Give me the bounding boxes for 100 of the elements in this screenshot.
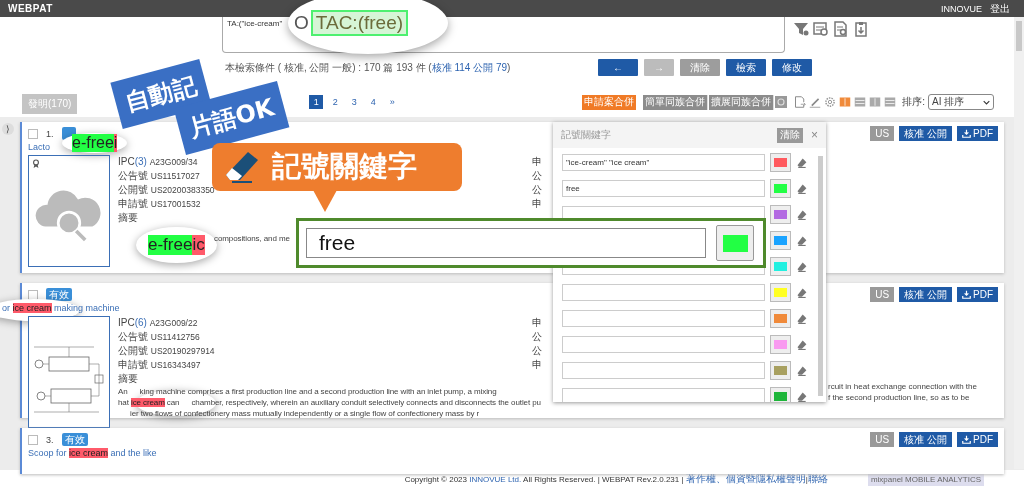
- field-text: 申請號 US16343497: [118, 358, 201, 372]
- color-picker[interactable]: [770, 309, 792, 328]
- pen-icon[interactable]: [809, 96, 822, 108]
- page-link[interactable]: »: [385, 95, 400, 109]
- result-title[interactable]: Scoop for ice cream and the like: [28, 448, 157, 458]
- eraser-icon[interactable]: [796, 390, 808, 402]
- field-text: 公告號 US11517027: [118, 169, 200, 183]
- company-link[interactable]: INNOVUE Ltd.: [469, 475, 522, 484]
- keyword-field[interactable]: [562, 284, 766, 301]
- result-button[interactable]: 核准 公開: [899, 126, 952, 141]
- color-picker[interactable]: [770, 335, 792, 354]
- result-button[interactable]: 核准 公開: [899, 432, 952, 447]
- clipboard-download-icon[interactable]: [853, 21, 869, 37]
- color-picker[interactable]: [770, 153, 792, 172]
- eraser-icon[interactable]: [796, 364, 808, 377]
- abstract-text: f the second production line, so as to be: [828, 392, 971, 403]
- color-picker[interactable]: [770, 257, 792, 276]
- color-picker[interactable]: [770, 231, 792, 250]
- document-search-icon[interactable]: [833, 21, 849, 37]
- color-picker[interactable]: [770, 283, 792, 302]
- keyword-field[interactable]: free: [562, 180, 766, 197]
- field-text: IPC(6) A23G009/22: [118, 316, 198, 330]
- eraser-icon[interactable]: [796, 286, 808, 299]
- export-icon[interactable]: [794, 96, 807, 108]
- copyright-text: Copyright © 2023 INNOVUE Ltd. All Rights Reserved. | WEBPAT Rev.2.0.231 | 著作權、個資暨隱私權聲明|聯絡: [404, 472, 828, 486]
- field-label: 公: [532, 330, 542, 344]
- field-label: 申: [532, 316, 542, 330]
- keyword-field[interactable]: "ice-cream" "ice cream": [562, 154, 766, 171]
- result-button[interactable]: PDF: [957, 126, 998, 141]
- page-link[interactable]: 2: [328, 95, 343, 109]
- result-button[interactable]: PDF: [957, 287, 998, 302]
- eraser-icon[interactable]: [796, 338, 808, 351]
- field-text: 申請號 US17001532: [118, 197, 201, 211]
- color-picker[interactable]: [770, 361, 792, 380]
- page-link[interactable]: 4: [366, 95, 381, 109]
- abstract-text: rcuit in heat exchange connection with the: [828, 381, 977, 392]
- merge-button[interactable]: 簡單同族合併: [643, 94, 709, 110]
- abstract-text: An king machine comprises a first production line and a second production line with an inlet pump, a mixing: [118, 386, 497, 397]
- layout-icon[interactable]: [854, 96, 867, 108]
- layout-icon[interactable]: [839, 96, 852, 108]
- layout-icon[interactable]: [869, 96, 882, 108]
- abstract-text: hat ice cream can chamber, respectively, wherein an auxiliary conduit selectively connects and disconnects the outlet pu: [118, 397, 541, 408]
- logo: WEBPAT: [8, 3, 54, 14]
- caret-icon: [983, 99, 990, 105]
- eraser-icon[interactable]: [796, 156, 808, 169]
- user-name: INNOVUE: [941, 3, 982, 14]
- nav-button[interactable]: 檢索: [726, 59, 766, 76]
- eraser-icon[interactable]: [796, 182, 808, 195]
- result-title[interactable]: or ice cream making machine: [2, 303, 120, 313]
- color-picker[interactable]: [770, 205, 792, 224]
- color-picker[interactable]: [770, 387, 792, 402]
- sort-label: 排序:: [902, 95, 925, 109]
- result-number: 1.: [46, 128, 54, 139]
- footer-link[interactable]: 著作權、個資暨隱私權聲明: [685, 473, 806, 484]
- page-link[interactable]: 1: [309, 95, 324, 109]
- checkbox[interactable]: [28, 434, 38, 445]
- result-button[interactable]: PDF: [957, 432, 998, 447]
- list-search-icon[interactable]: [813, 21, 829, 37]
- color-picker[interactable]: [770, 179, 792, 198]
- nav-button[interactable]: 修改: [772, 59, 812, 76]
- field-text: 公開號 US20190297914: [118, 344, 215, 358]
- eraser-icon[interactable]: [796, 208, 808, 221]
- checkbox[interactable]: [28, 128, 38, 139]
- magnified-title: e-freei: [62, 133, 128, 153]
- abstract-label: 摘要: [118, 372, 138, 386]
- sort-dropdown[interactable]: AI 排序: [928, 94, 994, 110]
- eraser-icon[interactable]: [796, 312, 808, 325]
- status-badge: 有效: [46, 288, 72, 301]
- field-label: 公: [532, 183, 542, 197]
- checkbox[interactable]: [28, 289, 38, 300]
- filter-icon[interactable]: [793, 21, 809, 37]
- download-icon: [962, 435, 971, 444]
- download-icon: [962, 129, 971, 138]
- magnified-query-term: TAC:(free): [310, 10, 409, 36]
- merge-button[interactable]: 擴展同族合併: [709, 94, 775, 110]
- keyword-field[interactable]: [562, 336, 766, 353]
- settings-icon[interactable]: [824, 96, 837, 108]
- eraser-icon[interactable]: [796, 234, 808, 247]
- keyword-field[interactable]: [562, 310, 766, 327]
- field-text: 公開號 US20200383350: [118, 183, 215, 197]
- download-icon: [962, 290, 971, 299]
- result-title[interactable]: Lacto: [28, 142, 51, 152]
- page-link[interactable]: 3: [347, 95, 362, 109]
- collapse-toggle[interactable]: ⟩: [2, 123, 14, 135]
- field-text: IPC(3) A23G009/34: [118, 155, 198, 169]
- eraser-icon[interactable]: [796, 260, 808, 273]
- field-label: 公: [532, 344, 542, 358]
- result-button[interactable]: 核准 公開: [899, 287, 952, 302]
- field-text: 公告號 US11412756: [118, 330, 200, 344]
- keyword-field[interactable]: [562, 388, 766, 402]
- layout-icon[interactable]: [884, 96, 897, 108]
- award-icon: [32, 159, 40, 169]
- scrollbar[interactable]: [1014, 17, 1024, 469]
- abstract-label: 摘要: [118, 211, 138, 225]
- settings-icon[interactable]: [775, 96, 788, 108]
- keyword-field[interactable]: [562, 362, 766, 379]
- abstract-text: ier two flows of confectionery mass mutually independently or a single flow of confectionery mass by r: [129, 408, 480, 419]
- nav-button[interactable]: ←: [598, 59, 638, 76]
- logout-link[interactable]: 登出: [990, 1, 1010, 16]
- close-icon[interactable]: ×: [811, 128, 818, 142]
